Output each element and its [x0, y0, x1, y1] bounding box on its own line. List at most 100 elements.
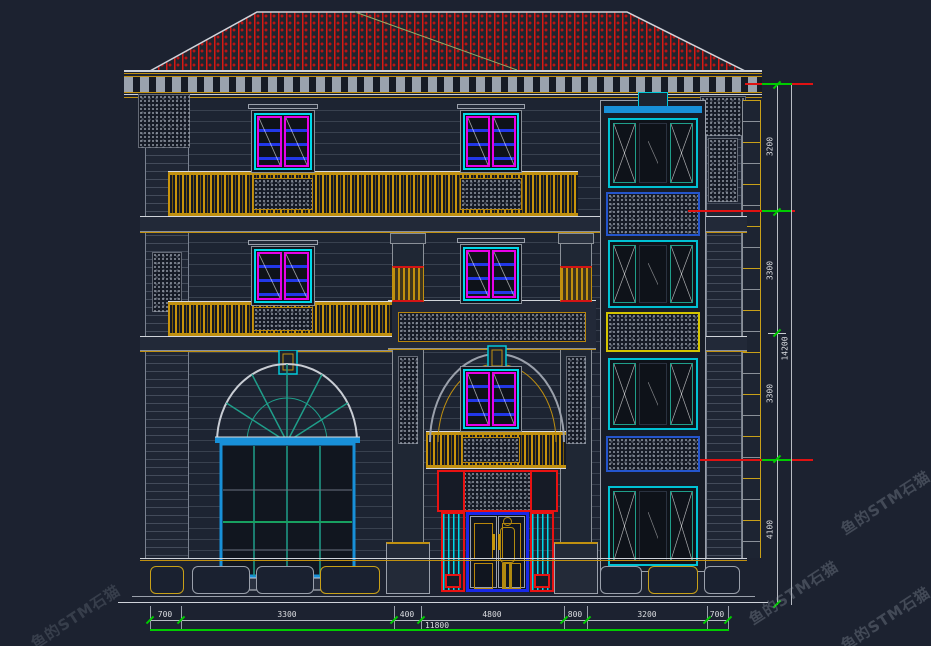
- stair-window-1: [608, 118, 698, 188]
- window-frame: [254, 249, 312, 303]
- stair-window-3: [608, 358, 698, 430]
- roof-outline: [150, 10, 745, 74]
- arched-window: [213, 350, 362, 592]
- right-pilaster-capital: [700, 96, 746, 136]
- window-sash: [670, 491, 693, 561]
- cad-elevation-drawing: 3200 3300 3300 4100 14200 700 3300 400 4…: [0, 0, 931, 646]
- watermark: 鱼的STM石猫: [837, 582, 931, 646]
- scale-figure-leg: [509, 563, 512, 589]
- plinth-gold-line: [140, 560, 747, 561]
- scale-figure-head: [503, 517, 512, 526]
- window-pane: [639, 123, 667, 183]
- plinth-panel: [150, 566, 184, 594]
- watermark: 鱼的STM石猫: [745, 556, 843, 630]
- pilaster-base: [534, 574, 550, 588]
- dimension-text: 3300: [766, 377, 775, 411]
- dimension-text: 4100: [766, 513, 775, 547]
- plinth-panel: [320, 566, 380, 594]
- window-sash: [670, 123, 693, 183]
- window-lintel: [248, 104, 318, 109]
- dimension-text: 700: [699, 610, 735, 619]
- center-frieze-relief: [398, 312, 586, 342]
- plinth-panel: [256, 566, 314, 594]
- door-panel: [474, 563, 493, 589]
- window-sash: [257, 116, 282, 167]
- right-column-pedestal: [554, 542, 598, 594]
- window-sash: [492, 250, 516, 298]
- left-pilaster-capital: [138, 94, 190, 148]
- window-frame: [254, 113, 312, 170]
- left-column-abacus: [390, 233, 426, 244]
- left-column-pedestal: [386, 542, 430, 594]
- window-2f-left: [251, 246, 315, 306]
- right-column-abacus: [558, 233, 594, 244]
- entrance-capital-right: [530, 470, 558, 512]
- window-lintel: [457, 238, 525, 243]
- plinth-panel: [648, 566, 698, 594]
- eave-gold-line: [124, 73, 762, 74]
- scale-figure-leg: [503, 563, 506, 589]
- stair-window-2: [608, 240, 698, 308]
- dimension-text: 4800: [474, 610, 510, 619]
- dimension-text: 700: [147, 610, 183, 619]
- window-frame: [463, 369, 519, 429]
- left-column-capital: [392, 266, 424, 302]
- window-sash: [466, 116, 490, 167]
- window-pane: [639, 245, 667, 303]
- dimension-text: 3300: [269, 610, 305, 619]
- plinth-panel: [704, 566, 740, 594]
- window-frame: [463, 113, 519, 170]
- window-sash: [466, 250, 490, 298]
- stair-window-4: [608, 486, 698, 566]
- second-floor-band-right: [700, 336, 747, 352]
- dimension-text: 3200: [766, 130, 775, 164]
- window-sash: [613, 363, 636, 425]
- dimension-text: 3300: [766, 254, 775, 288]
- watermark: 鱼的STM石猫: [27, 580, 125, 646]
- door-handle-left: [492, 534, 495, 550]
- right-column-capital: [560, 266, 592, 302]
- entrance-capital-left: [437, 470, 465, 512]
- window-pane: [639, 363, 667, 425]
- window-sash: [284, 252, 309, 300]
- window-1f-center: [460, 366, 522, 432]
- dimension-text: 800: [557, 610, 593, 619]
- eave-fascia: [124, 70, 762, 72]
- dimension-total-text: 11800: [419, 621, 455, 630]
- dimension-total-text: 14200: [781, 332, 790, 366]
- dentil-course: [124, 76, 762, 93]
- right-pilaster-ornament: [708, 138, 738, 202]
- stair-relief-panel-3: [606, 436, 700, 472]
- door-leaf-left: [470, 516, 497, 588]
- balustrade-3f-panel-center: [460, 178, 522, 210]
- window-lintel: [248, 240, 318, 245]
- window-frame: [463, 247, 519, 301]
- window-3f-left: [251, 110, 315, 173]
- corner-quoins: [742, 100, 761, 558]
- entrance-pilaster-right: [530, 512, 554, 592]
- level-line-1f: [700, 459, 813, 461]
- ground-line: [118, 602, 768, 603]
- door-panel: [474, 523, 493, 559]
- window-sash: [492, 372, 516, 426]
- window-sash: [492, 116, 516, 167]
- plinth-line: [140, 558, 747, 559]
- window-sash: [613, 491, 636, 561]
- left-column-hanging-ornament: [398, 356, 418, 444]
- window-sash: [613, 123, 636, 183]
- pilaster-base: [445, 574, 461, 588]
- stair-relief-panel-2: [606, 312, 700, 352]
- dimension-text: 400: [389, 610, 425, 619]
- window-sash: [670, 363, 693, 425]
- window-pane: [639, 491, 667, 561]
- stair-bay-top-bar: [604, 106, 702, 113]
- entrance-door: [466, 512, 529, 592]
- stair-relief-panel-1: [606, 192, 700, 236]
- window-sash: [613, 245, 636, 303]
- right-column-hanging-ornament: [566, 356, 586, 444]
- step-line: [132, 596, 755, 597]
- window-sash: [670, 245, 693, 303]
- window-sash: [466, 372, 490, 426]
- window-2f-center: [460, 244, 522, 304]
- window-sash: [284, 116, 309, 167]
